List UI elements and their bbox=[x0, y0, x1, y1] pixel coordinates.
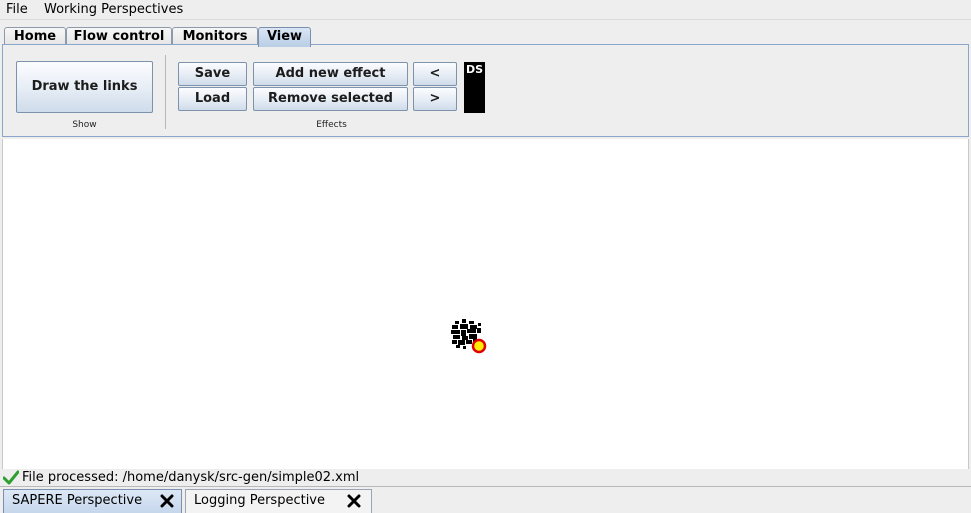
show-group-label: Show bbox=[72, 120, 97, 130]
status-message: File processed: /home/danysk/src-gen/sim… bbox=[22, 470, 360, 485]
ribbon-tabs: Home Flow control Monitors View bbox=[0, 24, 971, 47]
node-cluster[interactable] bbox=[449, 319, 491, 355]
app-window: File Working Perspectives Home Flow cont… bbox=[0, 0, 971, 513]
perspective-tab-sapere[interactable]: SAPERE Perspective bbox=[3, 489, 182, 513]
previous-effect-button[interactable]: < bbox=[413, 62, 457, 86]
perspective-tab-label: SAPERE Perspective bbox=[12, 493, 143, 508]
effects-group-label: Effects bbox=[316, 120, 347, 130]
menu-working-perspectives[interactable]: Working Perspectives bbox=[44, 2, 183, 17]
close-icon[interactable] bbox=[347, 494, 361, 508]
simulation-canvas[interactable] bbox=[2, 139, 969, 469]
tab-view[interactable]: View bbox=[258, 27, 311, 47]
add-new-effect-button[interactable]: Add new effect bbox=[253, 62, 408, 86]
close-icon[interactable] bbox=[160, 494, 174, 508]
perspective-tab-logging[interactable]: Logging Perspective bbox=[185, 489, 372, 513]
status-bar: File processed: /home/danysk/src-gen/sim… bbox=[0, 469, 971, 486]
selected-node-marker bbox=[471, 338, 487, 354]
save-button[interactable]: Save bbox=[178, 62, 247, 86]
perspective-tabs: SAPERE Perspective Logging Perspective bbox=[0, 486, 971, 513]
group-divider bbox=[165, 55, 166, 129]
check-icon bbox=[3, 470, 19, 485]
draw-links-button[interactable]: Draw the links bbox=[16, 61, 153, 113]
ribbon-panel: Draw the links Show Save Load Add new ef… bbox=[2, 44, 969, 137]
ds-effect-preview[interactable]: DS bbox=[464, 62, 485, 113]
perspective-tab-label: Logging Perspective bbox=[194, 493, 325, 508]
load-button[interactable]: Load bbox=[178, 87, 247, 111]
menu-file[interactable]: File bbox=[6, 2, 28, 17]
next-effect-button[interactable]: > bbox=[413, 87, 457, 111]
remove-selected-button[interactable]: Remove selected bbox=[253, 87, 408, 111]
menu-bar: File Working Perspectives bbox=[0, 0, 971, 20]
